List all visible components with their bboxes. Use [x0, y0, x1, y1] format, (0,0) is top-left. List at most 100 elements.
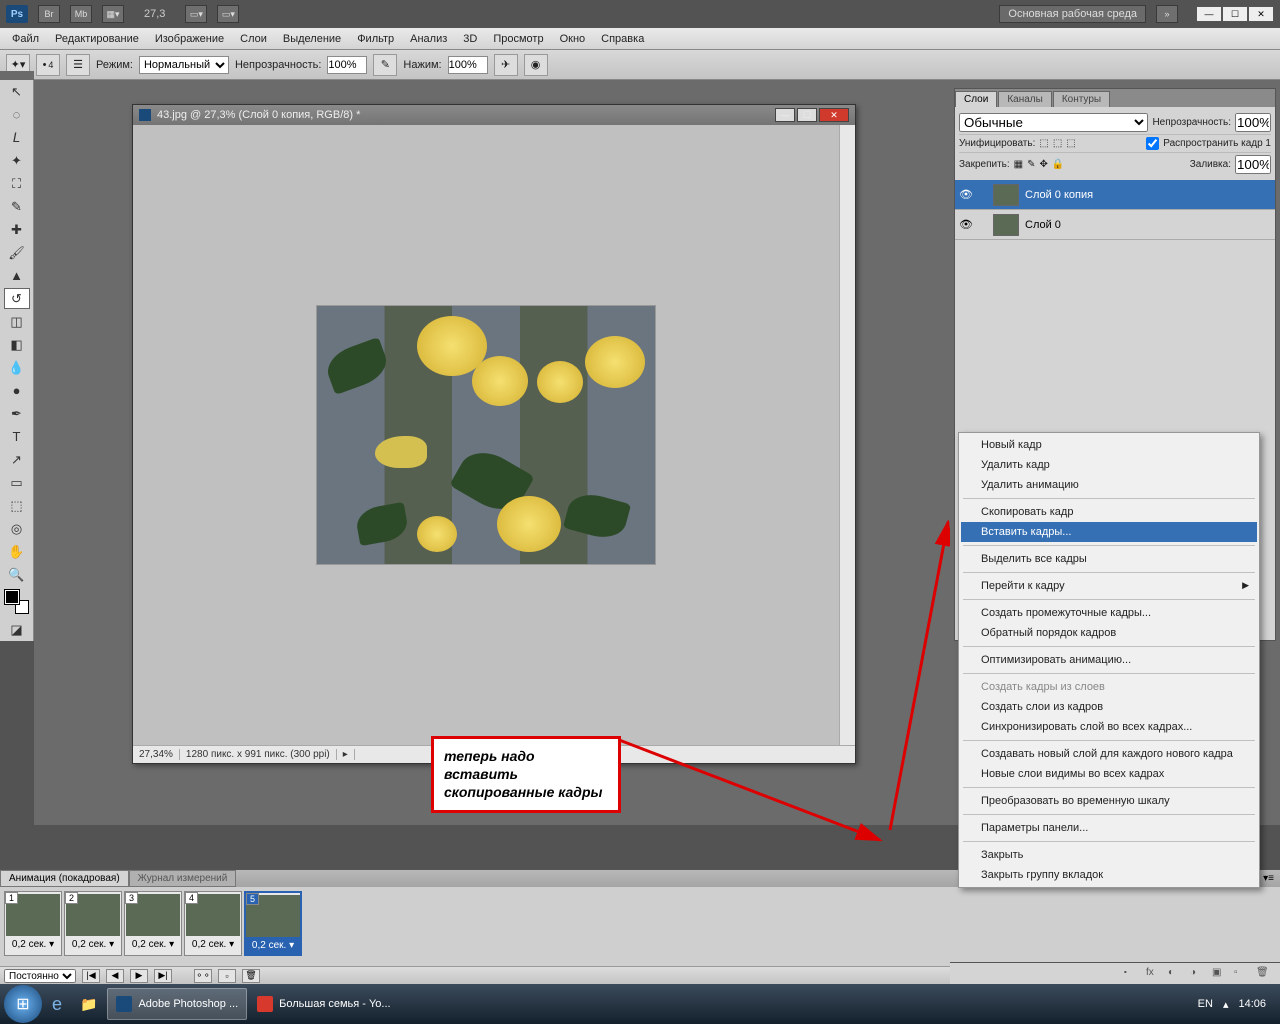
flow-input[interactable]: [448, 56, 488, 74]
frame-duration[interactable]: 0,2 сек. ▾: [5, 936, 61, 953]
doc-close-button[interactable]: ✕: [819, 108, 849, 122]
brush-tool[interactable]: 🖌: [4, 242, 30, 263]
layer-row[interactable]: 👁Слой 0 копия: [955, 180, 1275, 210]
opacity-pressure-icon[interactable]: ✎: [373, 54, 397, 76]
menu-Окно[interactable]: Окно: [552, 30, 594, 48]
menu-3D[interactable]: 3D: [455, 30, 485, 48]
context-menu-item[interactable]: Вставить кадры...: [961, 522, 1257, 542]
brush-panel-button[interactable]: ☰: [66, 54, 90, 76]
taskbar-app[interactable]: Большая семья - Yo...: [249, 988, 398, 1020]
next-frame-button[interactable]: ▶|: [154, 969, 172, 983]
doc-maximize-button[interactable]: ☐: [797, 108, 817, 122]
new-layer-icon[interactable]: ▫: [1234, 967, 1252, 981]
shape-tool[interactable]: ▭: [4, 472, 30, 493]
context-menu-item[interactable]: Закрыть: [961, 845, 1257, 865]
status-arrow-icon[interactable]: ▸: [337, 749, 355, 760]
tab-layers[interactable]: Слои: [955, 91, 997, 107]
start-button[interactable]: ⊞: [4, 985, 42, 1023]
propagate-checkbox[interactable]: [1146, 137, 1159, 150]
context-menu-item[interactable]: Синхронизировать слой во всех кадрах...: [961, 717, 1257, 737]
eraser-tool[interactable]: ◫: [4, 311, 30, 332]
animation-frame[interactable]: 10,2 сек. ▾: [4, 891, 62, 956]
document-titlebar[interactable]: 43.jpg @ 27,3% (Слой 0 копия, RGB/8) * —…: [133, 105, 855, 125]
screenmode-button[interactable]: ▭▾: [217, 5, 239, 23]
delete-layer-icon[interactable]: 🗑: [1256, 967, 1274, 981]
context-menu-item[interactable]: Создавать новый слой для каждого нового …: [961, 744, 1257, 764]
play-button[interactable]: ▶: [130, 969, 148, 983]
new-frame-button[interactable]: ▫: [218, 969, 236, 983]
frame-duration[interactable]: 0,2 сек. ▾: [246, 937, 300, 954]
lang-indicator[interactable]: EN: [1198, 998, 1213, 1010]
context-menu-item[interactable]: Преобразовать во временную шкалу: [961, 791, 1257, 811]
link-layers-icon[interactable]: ⬝: [1124, 967, 1142, 981]
zoom-value[interactable]: 27,3: [144, 8, 165, 20]
frame-duration[interactable]: 0,2 сек. ▾: [185, 936, 241, 953]
animation-frame[interactable]: 30,2 сек. ▾: [124, 891, 182, 956]
layer-opacity-input[interactable]: [1235, 113, 1271, 132]
frame-duration[interactable]: 0,2 сек. ▾: [65, 936, 121, 953]
menu-Слои[interactable]: Слои: [232, 30, 275, 48]
toolbox-tab[interactable]: [0, 71, 34, 80]
minibridge-button[interactable]: Mb: [70, 5, 92, 23]
menu-Изображение[interactable]: Изображение: [147, 30, 232, 48]
minimize-button[interactable]: —: [1196, 6, 1222, 22]
menu-Выделение[interactable]: Выделение: [275, 30, 349, 48]
opacity-input[interactable]: [327, 56, 367, 74]
workspace-more-button[interactable]: »: [1156, 5, 1178, 23]
tab-paths[interactable]: Контуры: [1053, 91, 1110, 107]
viewmode-button[interactable]: ▦▾: [102, 5, 124, 23]
gradient-tool[interactable]: ◧: [4, 334, 30, 355]
animation-frame[interactable]: 40,2 сек. ▾: [184, 891, 242, 956]
context-menu-item[interactable]: Оптимизировать анимацию...: [961, 650, 1257, 670]
move-tool[interactable]: ↖: [4, 81, 30, 102]
layer-name[interactable]: Слой 0: [1025, 219, 1061, 231]
document-canvas[interactable]: [133, 125, 839, 745]
mask-icon[interactable]: ◐: [1168, 967, 1186, 981]
taskbar-app[interactable]: Adobe Photoshop ...: [107, 988, 247, 1020]
system-tray[interactable]: EN ▴ 14:06: [1188, 998, 1276, 1011]
layer-thumbnail[interactable]: [993, 214, 1019, 236]
menu-Фильтр[interactable]: Фильтр: [349, 30, 402, 48]
blur-tool[interactable]: 💧: [4, 357, 30, 378]
lock-pixels-icon[interactable]: ✎: [1027, 159, 1035, 170]
lock-all-icon[interactable]: 🔒: [1052, 159, 1064, 170]
context-menu-item[interactable]: Новые слои видимы во всех кадрах: [961, 764, 1257, 784]
brush-preset-icon[interactable]: • 4: [36, 54, 60, 76]
loop-select[interactable]: Постоянно: [4, 969, 76, 983]
unify-visibility-icon[interactable]: ⬚: [1053, 138, 1062, 149]
tab-animation[interactable]: Анимация (покадровая): [0, 870, 129, 887]
lock-position-icon[interactable]: ✥: [1040, 159, 1048, 170]
unify-style-icon[interactable]: ⬚: [1066, 138, 1075, 149]
clock[interactable]: 14:06: [1238, 998, 1266, 1010]
arrange-button[interactable]: ▭▾: [185, 5, 207, 23]
lock-transparency-icon[interactable]: ▦: [1014, 159, 1023, 170]
zoom-tool[interactable]: 🔍: [4, 564, 30, 585]
dodge-tool[interactable]: ●: [4, 380, 30, 401]
panel-menu-icon[interactable]: ▾≡: [1257, 873, 1280, 884]
layer-name[interactable]: Слой 0 копия: [1025, 189, 1093, 201]
visibility-icon[interactable]: 👁: [959, 218, 973, 232]
lasso-tool[interactable]: 𝘓: [4, 127, 30, 148]
context-menu-item[interactable]: Скопировать кадр: [961, 502, 1257, 522]
context-menu-item[interactable]: Выделить все кадры: [961, 549, 1257, 569]
adjustment-icon[interactable]: ◑: [1190, 967, 1208, 981]
context-menu-item[interactable]: Создать промежуточные кадры...: [961, 603, 1257, 623]
close-button[interactable]: ✕: [1248, 6, 1274, 22]
fill-input[interactable]: [1235, 155, 1271, 174]
tab-measurements[interactable]: Журнал измерений: [129, 870, 237, 887]
layer-thumbnail[interactable]: [993, 184, 1019, 206]
maximize-button[interactable]: ☐: [1222, 6, 1248, 22]
tween-button[interactable]: ⚬⚬: [194, 969, 212, 983]
menu-Анализ[interactable]: Анализ: [402, 30, 455, 48]
first-frame-button[interactable]: |◀: [82, 969, 100, 983]
hand-tool[interactable]: ✋: [4, 541, 30, 562]
context-menu-item[interactable]: Новый кадр: [961, 435, 1257, 455]
mode-select[interactable]: Нормальный: [139, 56, 229, 74]
workspace-selector[interactable]: Основная рабочая среда: [999, 5, 1146, 23]
status-dimensions[interactable]: 1280 пикс. x 991 пикс. (300 ppi): [180, 749, 337, 760]
menu-Редактирование[interactable]: Редактирование: [47, 30, 147, 48]
pen-tool[interactable]: ✒: [4, 403, 30, 424]
doc-minimize-button[interactable]: —: [775, 108, 795, 122]
context-menu-item[interactable]: Закрыть группу вкладок: [961, 865, 1257, 885]
bridge-button[interactable]: Br: [38, 5, 60, 23]
